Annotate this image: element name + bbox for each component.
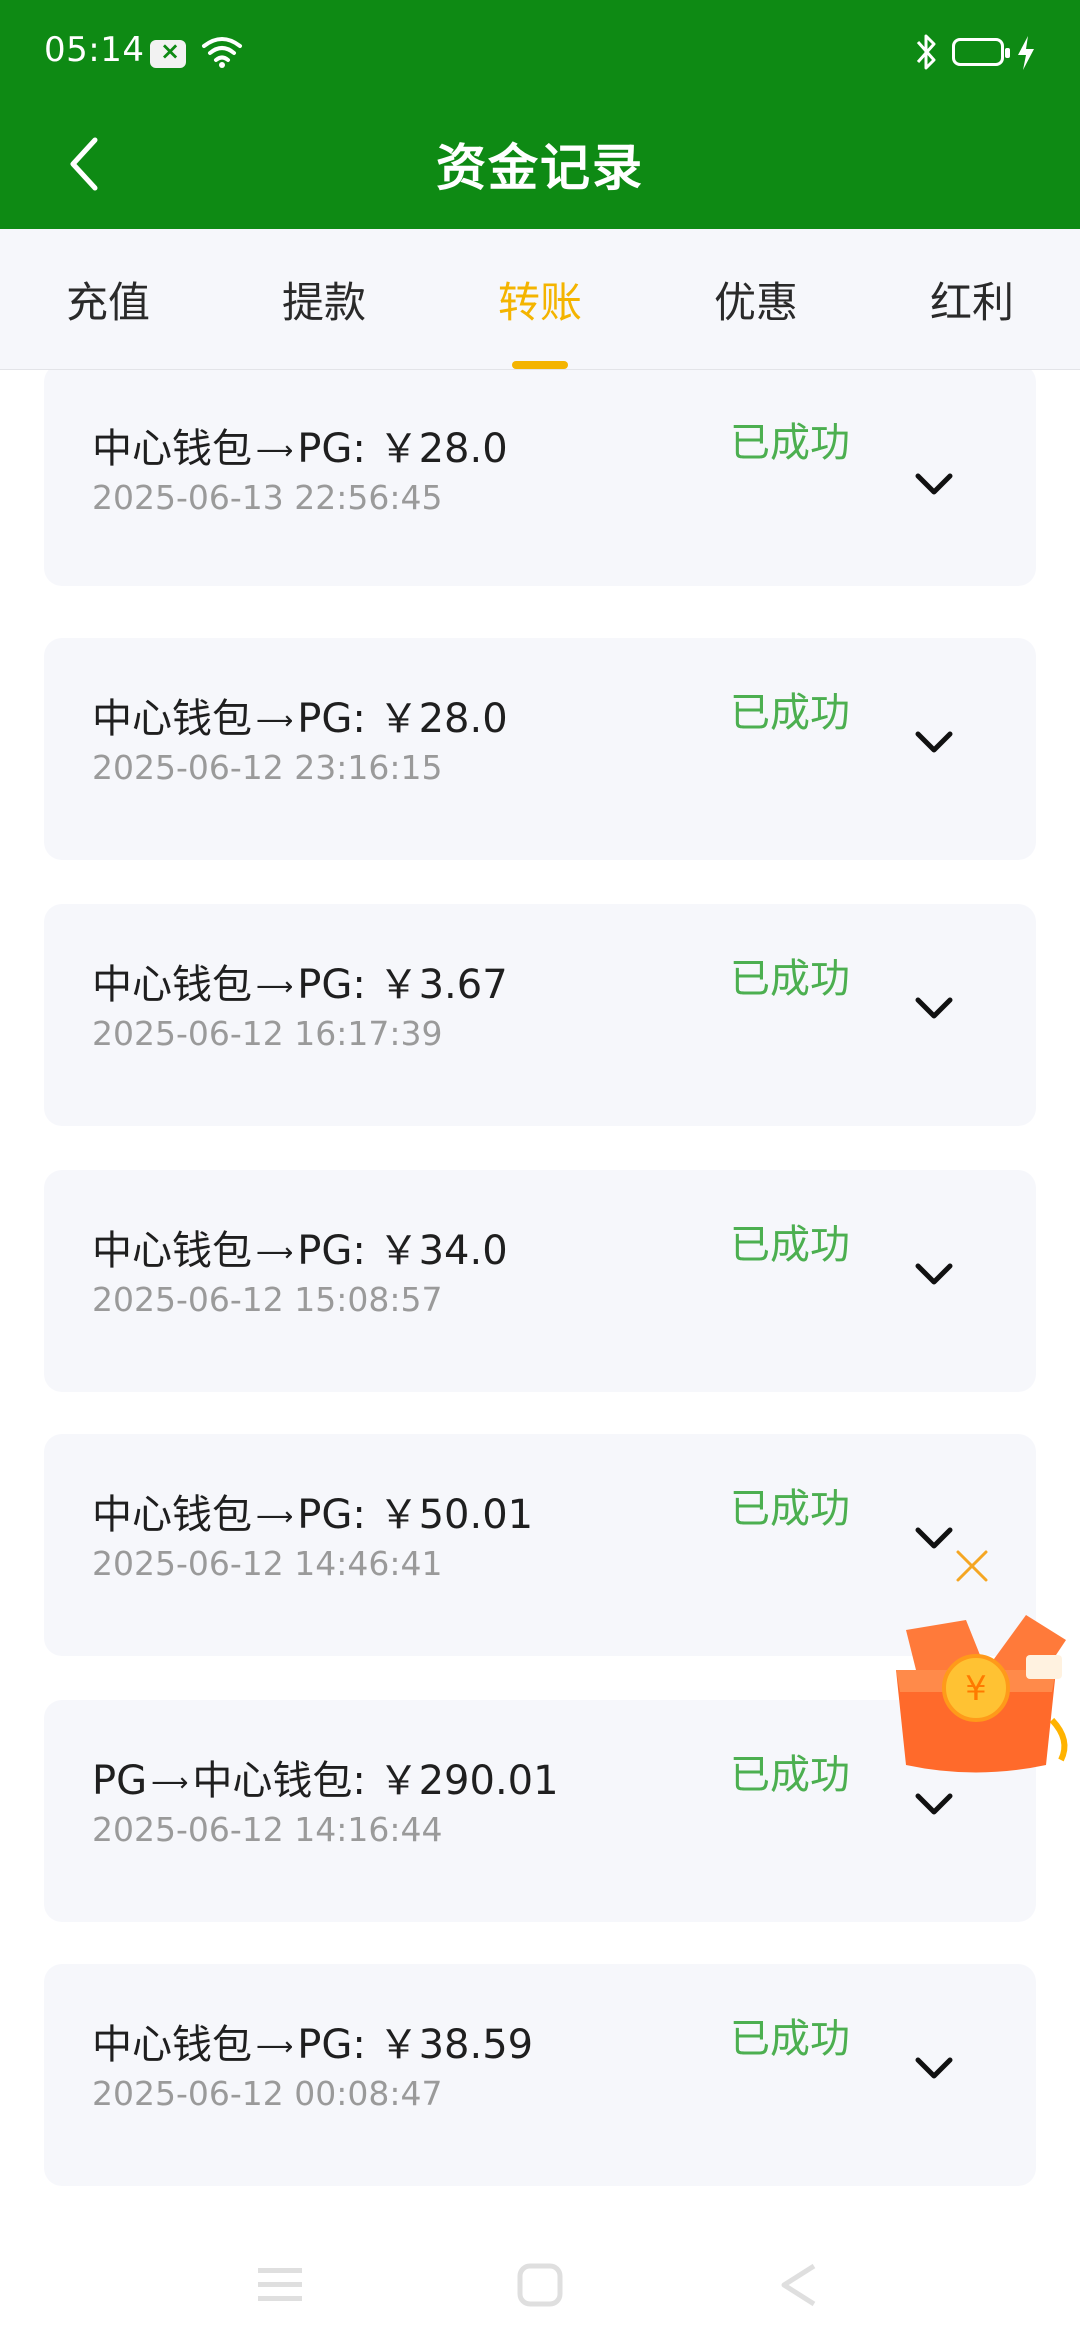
transfer-record-card[interactable]: 中心钱包 ⟶ PG: ￥28.0 2025-06-12 23:16:15 已成功 [44, 638, 1036, 860]
record-title: 中心钱包 ⟶ PG: ￥34.0 [92, 1228, 508, 1274]
record-amount: ￥34.0 [378, 1228, 508, 1274]
arrow-right-icon: ⟶ [256, 1502, 294, 1532]
active-tab-indicator [512, 361, 568, 369]
tab-transfer[interactable]: 转账 [432, 229, 648, 369]
record-from: 中心钱包 [92, 962, 252, 1008]
record-amount: ￥28.0 [378, 426, 508, 472]
record-from: PG [92, 1758, 148, 1804]
transfer-record-card[interactable]: 中心钱包 ⟶ PG: ￥34.0 2025-06-12 15:08:57 已成功 [44, 1170, 1036, 1392]
tab-deposit[interactable]: 充值 [0, 229, 216, 369]
charging-icon [1018, 36, 1034, 70]
tab-withdraw[interactable]: 提款 [216, 229, 432, 369]
arrow-right-icon: ⟶ [256, 2032, 294, 2062]
record-amount: ￥28.0 [378, 696, 508, 742]
sim-card-icon [150, 37, 186, 68]
chevron-down-icon [915, 997, 953, 1019]
record-to: PG [297, 696, 353, 742]
record-status: 已成功 [730, 1222, 850, 1268]
record-from: 中心钱包 [92, 426, 252, 472]
record-time: 2025-06-12 00:08:47 [92, 2074, 443, 2113]
record-status: 已成功 [730, 1486, 850, 1532]
record-from: 中心钱包 [92, 696, 252, 742]
record-time: 2025-06-12 23:16:15 [92, 748, 443, 787]
tab-label: 提款 [281, 277, 366, 327]
tab-bar: 充值 提款 转账 优惠 红利 [0, 229, 1080, 370]
page-title: 资金记录 [436, 139, 644, 197]
arrow-right-icon: ⟶ [151, 1768, 189, 1798]
chevron-down-icon [915, 1527, 953, 1549]
record-time: 2025-06-12 14:46:41 [92, 1544, 443, 1583]
tab-bonus[interactable]: 红利 [864, 229, 1080, 369]
status-bar: 05:14 [0, 0, 1080, 110]
record-title: 中心钱包 ⟶ PG: ￥3.67 [92, 962, 508, 1008]
transfer-record-card[interactable]: 中心钱包 ⟶ PG: ￥28.0 2025-06-13 22:56:45 已成功 [44, 370, 1036, 586]
record-status: 已成功 [730, 1752, 850, 1798]
record-time: 2025-06-12 16:17:39 [92, 1014, 443, 1053]
record-amount: ￥38.59 [378, 2022, 534, 2068]
tab-promotion[interactable]: 优惠 [648, 229, 864, 369]
arrow-right-icon: ⟶ [256, 436, 294, 466]
record-title: PG ⟶ 中心钱包: ￥290.01 [92, 1758, 559, 1804]
bluetooth-icon [916, 34, 936, 70]
expand-button[interactable] [904, 978, 964, 1038]
record-title: 中心钱包 ⟶ PG: ￥50.01 [92, 1492, 534, 1538]
system-nav-bar [0, 2230, 1080, 2340]
record-title: 中心钱包 ⟶ PG: ￥38.59 [92, 2022, 534, 2068]
record-amount: ￥50.01 [378, 1492, 534, 1538]
status-time: 05:14 [44, 30, 145, 70]
record-to: 中心钱包 [192, 1758, 353, 1804]
record-title: 中心钱包 ⟶ PG: ￥28.0 [92, 696, 508, 742]
tab-label: 红利 [929, 277, 1014, 327]
chevron-down-icon [915, 731, 953, 753]
arrow-right-icon: ⟶ [256, 1238, 294, 1268]
arrow-right-icon: ⟶ [256, 972, 294, 1002]
expand-button[interactable] [904, 712, 964, 772]
record-amount: ￥3.67 [378, 962, 508, 1008]
record-to: PG [297, 1228, 353, 1274]
transfer-record-list: 中心钱包 ⟶ PG: ￥28.0 2025-06-13 22:56:45 已成功 中… [0, 370, 1080, 2200]
record-status: 已成功 [730, 690, 850, 736]
transfer-record-card[interactable]: 中心钱包 ⟶ PG: ￥38.59 2025-06-12 00:08:47 已成功 [44, 1964, 1036, 2186]
record-amount: ￥290.01 [378, 1758, 559, 1804]
back-nav-icon[interactable] [770, 2260, 830, 2310]
record-from: 中心钱包 [92, 1228, 252, 1274]
expand-button[interactable] [904, 2038, 964, 2098]
chevron-down-icon [915, 1793, 953, 1815]
svg-text:¥: ¥ [965, 1669, 987, 1709]
arrow-right-icon: ⟶ [256, 706, 294, 736]
record-from: 中心钱包 [92, 1492, 252, 1538]
record-time: 2025-06-12 15:08:57 [92, 1280, 443, 1319]
menu-icon[interactable] [250, 2260, 310, 2310]
transfer-record-card[interactable]: 中心钱包 ⟶ PG: ￥3.67 2025-06-12 16:17:39 已成功 [44, 904, 1036, 1126]
record-to: PG [297, 2022, 353, 2068]
chevron-down-icon [915, 473, 953, 495]
record-time: 2025-06-12 14:16:44 [92, 1810, 443, 1849]
top-bar: 05:14 资金记录 [0, 0, 1080, 229]
record-to: PG [297, 426, 353, 472]
expand-button[interactable] [904, 1774, 964, 1834]
record-to: PG [297, 1492, 353, 1538]
chevron-down-icon [915, 1263, 953, 1285]
tab-label: 转账 [497, 277, 582, 327]
battery-icon [952, 38, 1010, 66]
chevron-down-icon [915, 2057, 953, 2079]
home-icon[interactable] [510, 2260, 570, 2310]
gift-box-icon[interactable]: ¥ [876, 1600, 1076, 1780]
wifi-icon [202, 37, 242, 68]
app-header: 资金记录 [0, 110, 1080, 229]
expand-button[interactable] [904, 454, 964, 514]
close-promo-icon[interactable] [950, 1544, 994, 1588]
record-status: 已成功 [730, 420, 850, 466]
record-to: PG [297, 962, 353, 1008]
record-title: 中心钱包 ⟶ PG: ￥28.0 [92, 426, 508, 472]
record-status: 已成功 [730, 2016, 850, 2062]
expand-button[interactable] [904, 1244, 964, 1304]
record-from: 中心钱包 [92, 2022, 252, 2068]
record-status: 已成功 [730, 956, 850, 1002]
record-time: 2025-06-13 22:56:45 [92, 478, 443, 517]
tab-label: 充值 [65, 277, 150, 327]
tab-label: 优惠 [713, 277, 798, 327]
